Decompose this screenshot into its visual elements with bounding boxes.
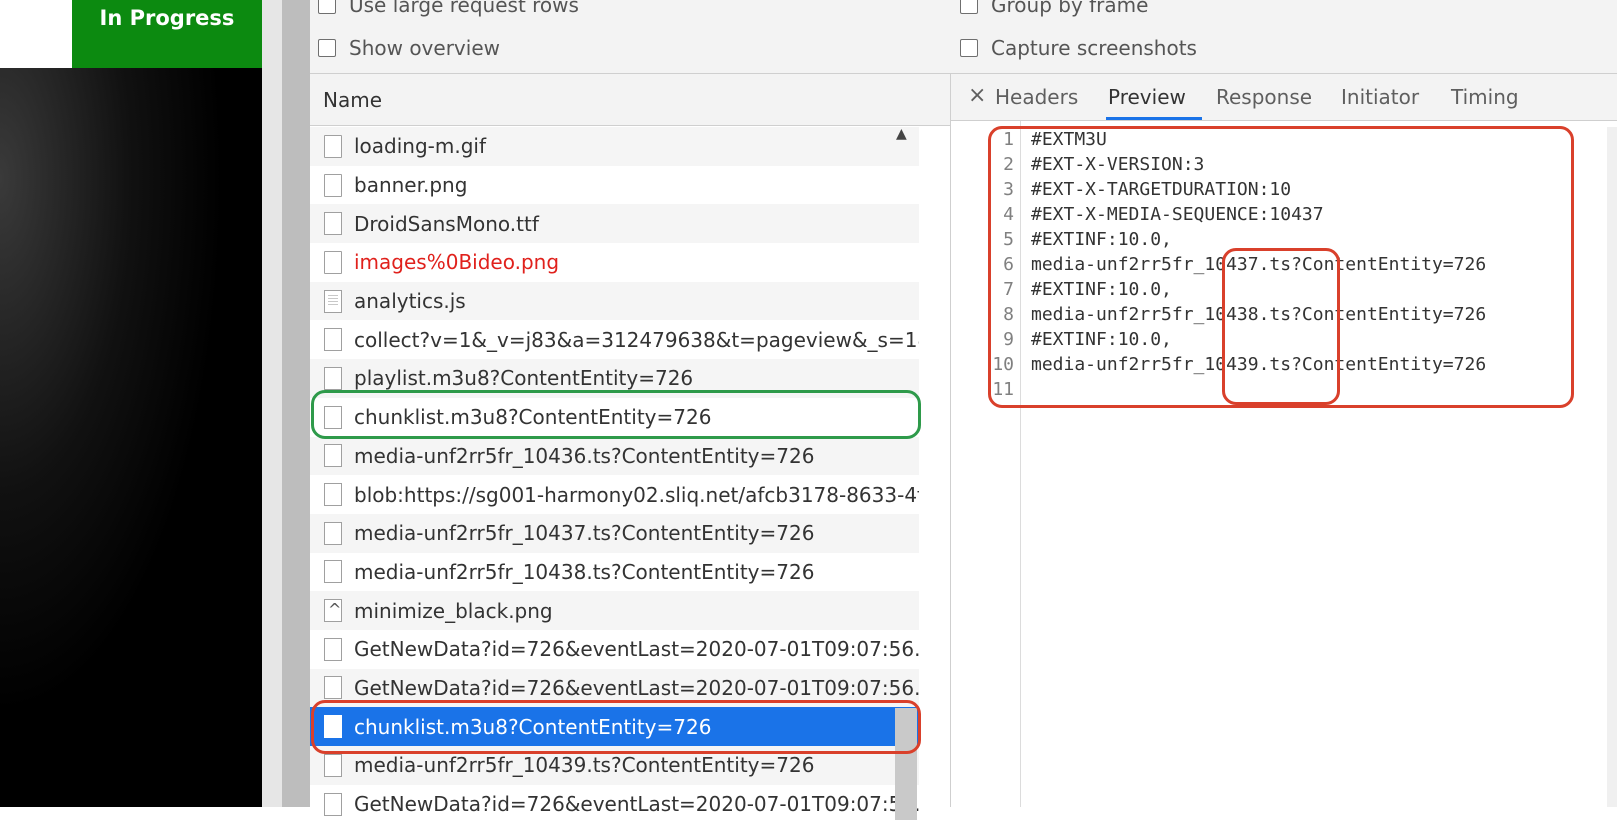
request-name: media-unf2rr5fr_10438.ts?ContentEntity=7… [354,559,815,584]
request-row[interactable]: minimize_black.png [310,591,919,630]
web-page-area: In Progress [0,0,262,807]
request-name: GetNewData?id=726&eventLast=2020-07-01T0… [354,675,919,700]
annotation-green-box [311,390,921,439]
image-file-icon [324,173,342,197]
file-icon [324,212,342,236]
request-name: images%0Bideo.png [354,250,560,275]
tab-preview[interactable]: Preview [1108,85,1186,109]
request-row[interactable]: loading-m.gif [310,127,919,166]
request-name: media-unf2rr5fr_10436.ts?ContentEntity=7… [354,443,815,468]
request-name: media-unf2rr5fr_10439.ts?ContentEntity=7… [354,753,815,778]
panel-resize-handle[interactable] [282,0,310,807]
scroll-up-arrow-icon[interactable]: ▲ [896,126,907,142]
script-file-icon [324,289,342,313]
network-settings: Use large request rows Group by frame Sh… [310,0,1617,74]
file-icon [324,483,342,507]
request-name: GetNewData?id=726&eventLast=2020-07-01T0… [354,792,919,817]
tab-response[interactable]: Response [1216,85,1312,109]
request-name: DroidSansMono.ttf [354,211,539,236]
annotation-red-box-selected-row [311,700,921,754]
file-icon [324,444,342,468]
request-row[interactable]: GetNewData?id=726&eventLast=2020-07-01T0… [310,629,919,669]
request-name: loading-m.gif [354,134,487,159]
request-row[interactable]: media-unf2rr5fr_10438.ts?ContentEntity=7… [310,552,919,592]
file-icon [324,328,342,352]
group-by-frame-label: Group by frame [991,0,1149,17]
request-name: minimize_black.png [354,598,553,623]
request-row[interactable]: banner.png [310,165,919,205]
request-list-panel: Name loading-m.gif banner.png DroidSansMon… [310,74,951,823]
active-tab-indicator [1106,117,1202,120]
file-icon [324,792,342,816]
request-name: blob:https://sg001-harmony02.sliq.net/af… [354,482,919,507]
tab-headers[interactable]: Headers [995,85,1078,109]
request-row[interactable]: blob:https://sg001-harmony02.sliq.net/af… [310,475,919,514]
use-large-rows-checkbox[interactable] [318,0,336,14]
file-icon [324,753,342,777]
preview-scrollbar[interactable] [1607,127,1617,807]
file-icon [324,676,342,700]
group-by-frame-checkbox[interactable] [960,0,978,14]
capture-screenshots-option[interactable]: Capture screenshots [960,36,1197,60]
tab-initiator[interactable]: Initiator [1341,85,1419,109]
file-icon [324,560,342,584]
annotation-red-box-sequence-numbers [1222,248,1340,405]
file-icon [324,521,342,545]
request-row[interactable]: DroidSansMono.ttf [310,204,919,244]
request-row[interactable]: media-unf2rr5fr_10436.ts?ContentEntity=7… [310,436,919,476]
capture-screenshots-label: Capture screenshots [991,36,1197,60]
show-overview-option[interactable]: Show overview [318,36,500,60]
name-column-header[interactable]: Name [310,74,950,126]
close-icon[interactable]: × [968,83,986,108]
request-row[interactable]: analytics.js [310,281,919,321]
image-file-icon [324,250,342,274]
request-row[interactable]: collect?v=1&_v=j83&a=312479638&t=pagevie… [310,320,919,360]
image-file-icon [324,134,342,158]
use-large-rows-label: Use large request rows [349,0,579,17]
file-icon [324,637,342,661]
request-name: analytics.js [354,289,466,314]
request-name: GetNewData?id=726&eventLast=2020-07-01T0… [354,637,919,662]
request-name: banner.png [354,173,468,198]
panel-gutter [262,0,282,807]
tab-timing[interactable]: Timing [1451,85,1519,109]
show-overview-checkbox[interactable] [318,39,336,57]
request-row[interactable]: media-unf2rr5fr_10437.ts?ContentEntity=7… [310,513,919,553]
video-player[interactable] [0,68,262,807]
request-row[interactable]: images%0Bideo.png [310,243,919,282]
use-large-rows-option[interactable]: Use large request rows [318,0,579,17]
request-name: collect?v=1&_v=j83&a=312479638&t=pagevie… [354,327,919,352]
request-name: playlist.m3u8?ContentEntity=726 [354,366,694,391]
capture-screenshots-checkbox[interactable] [960,39,978,57]
status-badge: In Progress [72,0,262,68]
show-overview-label: Show overview [349,36,500,60]
request-name: media-unf2rr5fr_10437.ts?ContentEntity=7… [354,521,815,546]
minimize-image-icon [324,599,342,623]
group-by-frame-option[interactable]: Group by frame [960,0,1148,17]
detail-tabs: × Headers Preview Response Initiator Tim… [951,74,1617,121]
file-icon [324,366,342,390]
request-row[interactable]: GetNewData?id=726&eventLast=2020-07-01T0… [310,784,919,823]
